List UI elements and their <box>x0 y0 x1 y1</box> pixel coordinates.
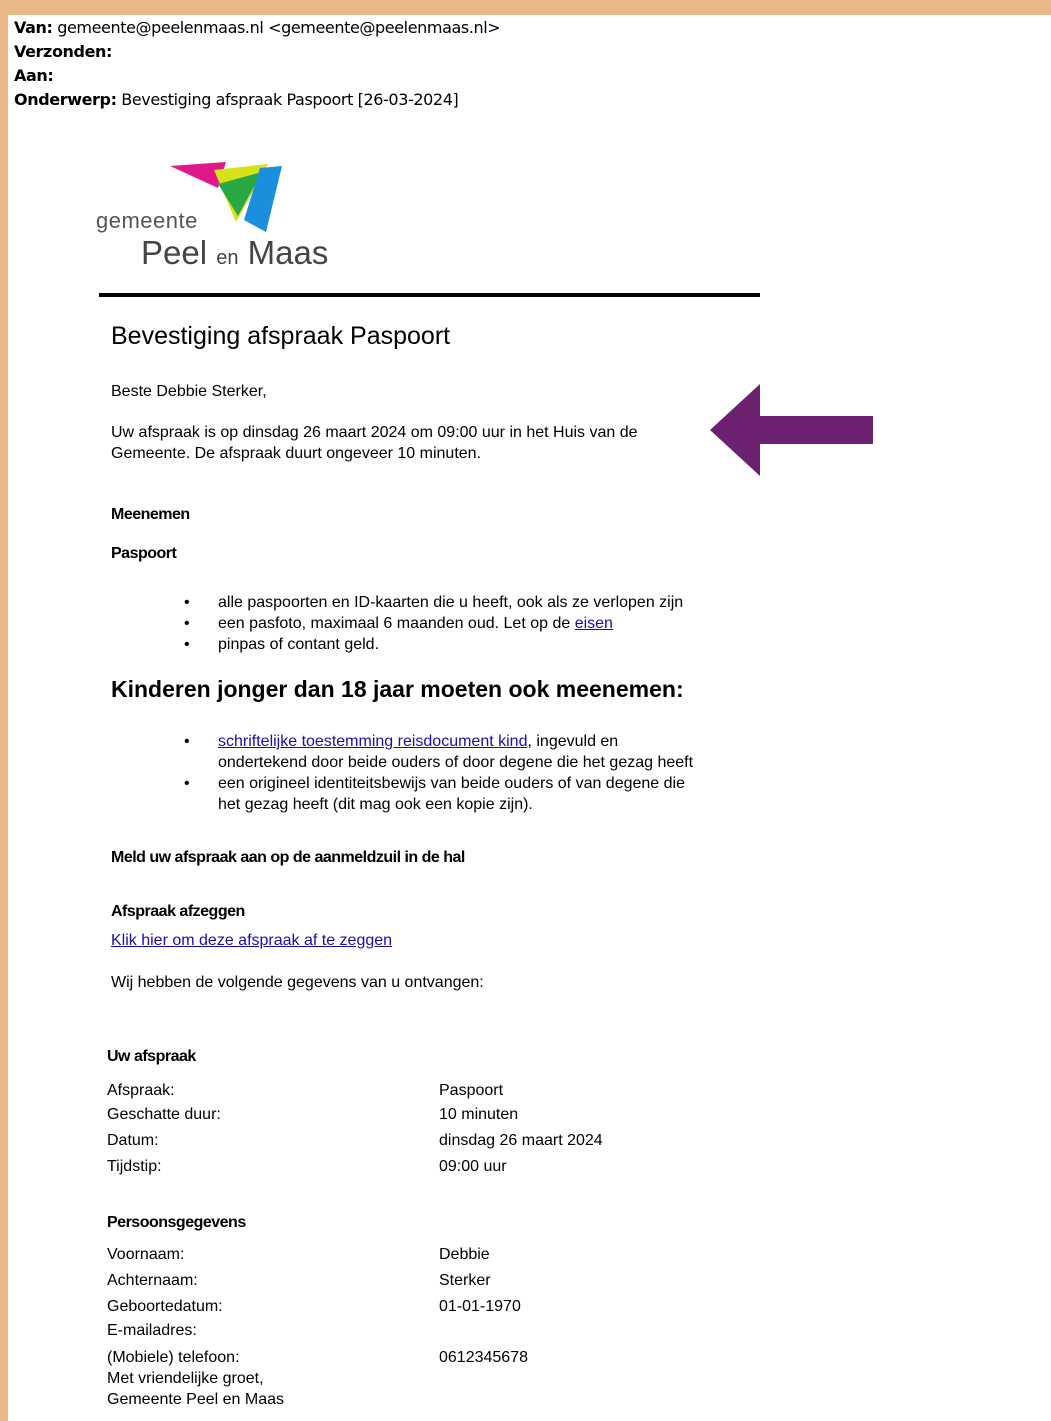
toestemming-link[interactable]: schriftelijke toestemming reisdocument k… <box>218 733 527 750</box>
geboortedatum-value: 01-01-1970 <box>439 1298 521 1315</box>
list-item-text: een pasfoto, maximaal 6 maanden oud. Let… <box>218 615 571 632</box>
tijdstip-value: 09:00 uur <box>439 1158 507 1175</box>
subject-line: Onderwerp: Bevestiging afspraak Paspoort… <box>14 90 459 109</box>
logo-text-peel: Peel <box>141 234 208 271</box>
list-item: een origineel identiteitsbewijs van beid… <box>176 773 693 815</box>
uw-afspraak-heading: Uw afspraak <box>107 1048 196 1065</box>
closing-line-1: Met vriendelijke groet, <box>107 1370 264 1387</box>
telefoon-label: (Mobiele) telefoon: <box>107 1349 240 1366</box>
meld-notice: Meld uw afspraak aan op de aanmeldzuil i… <box>111 849 465 866</box>
subject-value: Bevestiging afspraak Paspoort [26-03-202… <box>121 90 459 109</box>
gemeente-logo: gemeente Peel en Maas <box>96 160 356 272</box>
telefoon-value: 0612345678 <box>439 1349 528 1366</box>
list-item-text: pinpas of contant geld. <box>218 636 380 653</box>
datum-label: Datum: <box>107 1132 159 1149</box>
logo-text-name: Peel en Maas <box>141 234 328 272</box>
kinderen-heading: Kinderen jonger dan 18 jaar moeten ook m… <box>111 676 684 702</box>
gegevens-intro: Wij hebben de volgende gegevens van u on… <box>111 974 484 991</box>
list-item-text: het gezag heeft (dit mag ook een kopie z… <box>218 796 533 813</box>
logo-text-gemeente: gemeente <box>96 208 198 233</box>
persoonsgegevens-heading: Persoonsgegevens <box>107 1214 246 1231</box>
meenemen-list: alle paspoorten en ID-kaarten die u heef… <box>176 592 683 655</box>
from-value[interactable]: gemeente@peelenmaas.nl <gemeente@peelenm… <box>57 18 501 37</box>
subject-label: Onderwerp: <box>14 90 117 109</box>
list-item-text: een origineel identiteitsbewijs van beid… <box>218 775 685 792</box>
logo-text-en: en <box>216 247 239 269</box>
from-label: Van: <box>14 18 53 37</box>
geboortedatum-label: Geboortedatum: <box>107 1298 223 1315</box>
to-label: Aan: <box>14 66 54 85</box>
list-item-text: alle paspoorten en ID-kaarten die u heef… <box>218 594 684 611</box>
logo-text-maas: Maas <box>247 234 329 271</box>
closing-line-2: Gemeente Peel en Maas <box>107 1391 284 1408</box>
tijdstip-label: Tijdstip: <box>107 1158 162 1175</box>
from-line: Van: gemeente@peelenmaas.nl <gemeente@pe… <box>14 18 501 37</box>
list-item: een pasfoto, maximaal 6 maanden oud. Let… <box>176 613 683 634</box>
page-title: Bevestiging afspraak Paspoort <box>111 322 451 350</box>
greeting: Beste Debbie Sterker, <box>111 383 267 400</box>
intro-line-2: Gemeente. De afspraak duurt ongeveer 10 … <box>111 445 481 462</box>
duur-label: Geschatte duur: <box>107 1106 221 1123</box>
datum-value: dinsdag 26 maart 2024 <box>439 1132 603 1149</box>
to-line: Aan: <box>14 66 54 85</box>
afzeggen-link-line: Klik hier om deze afspraak af te zeggen <box>111 930 392 951</box>
afzeggen-heading: Afspraak afzeggen <box>111 903 245 920</box>
achternaam-value: Sterker <box>439 1272 491 1289</box>
sent-label: Verzonden: <box>14 42 113 61</box>
intro-line-1: Uw afspraak is op dinsdag 26 maart 2024 … <box>111 424 638 441</box>
window-frame-left <box>0 0 8 1421</box>
list-item: alle paspoorten en ID-kaarten die u heef… <box>176 592 683 613</box>
achternaam-label: Achternaam: <box>107 1272 198 1289</box>
kinderen-list: schriftelijke toestemming reisdocument k… <box>176 731 693 815</box>
sent-line: Verzonden: <box>14 43 112 61</box>
voornaam-value: Debbie <box>439 1246 490 1263</box>
afspraak-value: Paspoort <box>439 1082 504 1099</box>
cancel-appointment-link[interactable]: Klik hier om deze afspraak af te zeggen <box>111 932 392 949</box>
paspoort-subheading: Paspoort <box>111 545 177 562</box>
duur-value: 10 minuten <box>439 1106 519 1123</box>
list-item-text: , ingevuld en <box>527 733 619 750</box>
window-frame-top <box>0 0 1051 15</box>
voornaam-label: Voornaam: <box>107 1246 185 1263</box>
highlight-arrow-icon <box>710 384 873 476</box>
list-item-text: ondertekend door beide ouders of door de… <box>218 754 694 771</box>
meenemen-heading: Meenemen <box>111 506 190 523</box>
header-divider <box>99 293 760 297</box>
email-label: E-mailadres: <box>107 1322 197 1339</box>
afspraak-label: Afspraak: <box>107 1082 175 1099</box>
eisen-link[interactable]: eisen <box>575 615 613 632</box>
list-item: pinpas of contant geld. <box>176 634 683 655</box>
list-item: schriftelijke toestemming reisdocument k… <box>176 731 693 773</box>
